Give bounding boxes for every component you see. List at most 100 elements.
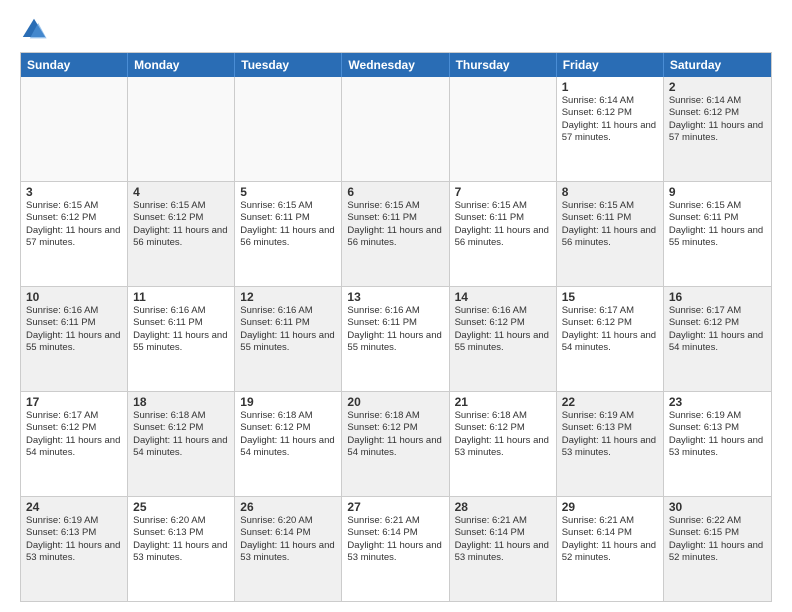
weekday-header: Wednesday <box>342 53 449 77</box>
day-info: Sunrise: 6:14 AMSunset: 6:12 PMDaylight:… <box>562 95 658 144</box>
calendar-cell <box>21 77 128 181</box>
page: SundayMondayTuesdayWednesdayThursdayFrid… <box>0 0 792 612</box>
day-number: 5 <box>240 185 336 199</box>
day-number: 16 <box>669 290 766 304</box>
day-number: 15 <box>562 290 658 304</box>
calendar: SundayMondayTuesdayWednesdayThursdayFrid… <box>20 52 772 602</box>
calendar-cell: 5Sunrise: 6:15 AMSunset: 6:11 PMDaylight… <box>235 182 342 286</box>
day-number: 21 <box>455 395 551 409</box>
calendar-cell: 24Sunrise: 6:19 AMSunset: 6:13 PMDayligh… <box>21 497 128 601</box>
calendar-cell: 13Sunrise: 6:16 AMSunset: 6:11 PMDayligh… <box>342 287 449 391</box>
day-number: 22 <box>562 395 658 409</box>
calendar-row: 1Sunrise: 6:14 AMSunset: 6:12 PMDaylight… <box>21 77 771 181</box>
logo <box>20 16 52 44</box>
day-info: Sunrise: 6:17 AMSunset: 6:12 PMDaylight:… <box>562 305 658 354</box>
calendar-cell: 22Sunrise: 6:19 AMSunset: 6:13 PMDayligh… <box>557 392 664 496</box>
weekday-header: Friday <box>557 53 664 77</box>
day-info: Sunrise: 6:15 AMSunset: 6:12 PMDaylight:… <box>26 200 122 249</box>
day-number: 19 <box>240 395 336 409</box>
calendar-row: 10Sunrise: 6:16 AMSunset: 6:11 PMDayligh… <box>21 286 771 391</box>
weekday-header: Tuesday <box>235 53 342 77</box>
day-number: 14 <box>455 290 551 304</box>
calendar-cell: 6Sunrise: 6:15 AMSunset: 6:11 PMDaylight… <box>342 182 449 286</box>
calendar-body: 1Sunrise: 6:14 AMSunset: 6:12 PMDaylight… <box>21 77 771 601</box>
calendar-cell: 9Sunrise: 6:15 AMSunset: 6:11 PMDaylight… <box>664 182 771 286</box>
calendar-cell: 2Sunrise: 6:14 AMSunset: 6:12 PMDaylight… <box>664 77 771 181</box>
calendar-cell: 16Sunrise: 6:17 AMSunset: 6:12 PMDayligh… <box>664 287 771 391</box>
calendar-cell <box>450 77 557 181</box>
calendar-row: 24Sunrise: 6:19 AMSunset: 6:13 PMDayligh… <box>21 496 771 601</box>
day-number: 29 <box>562 500 658 514</box>
day-number: 13 <box>347 290 443 304</box>
day-info: Sunrise: 6:15 AMSunset: 6:11 PMDaylight:… <box>669 200 766 249</box>
day-info: Sunrise: 6:21 AMSunset: 6:14 PMDaylight:… <box>455 515 551 564</box>
day-info: Sunrise: 6:18 AMSunset: 6:12 PMDaylight:… <box>133 410 229 459</box>
day-number: 27 <box>347 500 443 514</box>
calendar-header: SundayMondayTuesdayWednesdayThursdayFrid… <box>21 53 771 77</box>
day-info: Sunrise: 6:15 AMSunset: 6:11 PMDaylight:… <box>240 200 336 249</box>
day-info: Sunrise: 6:15 AMSunset: 6:11 PMDaylight:… <box>562 200 658 249</box>
day-info: Sunrise: 6:15 AMSunset: 6:11 PMDaylight:… <box>455 200 551 249</box>
calendar-cell: 7Sunrise: 6:15 AMSunset: 6:11 PMDaylight… <box>450 182 557 286</box>
calendar-cell: 1Sunrise: 6:14 AMSunset: 6:12 PMDaylight… <box>557 77 664 181</box>
day-number: 3 <box>26 185 122 199</box>
day-number: 18 <box>133 395 229 409</box>
day-number: 26 <box>240 500 336 514</box>
day-number: 8 <box>562 185 658 199</box>
calendar-cell <box>235 77 342 181</box>
day-number: 2 <box>669 80 766 94</box>
day-number: 30 <box>669 500 766 514</box>
day-number: 10 <box>26 290 122 304</box>
day-info: Sunrise: 6:15 AMSunset: 6:12 PMDaylight:… <box>133 200 229 249</box>
calendar-cell: 17Sunrise: 6:17 AMSunset: 6:12 PMDayligh… <box>21 392 128 496</box>
day-number: 9 <box>669 185 766 199</box>
day-info: Sunrise: 6:16 AMSunset: 6:11 PMDaylight:… <box>133 305 229 354</box>
header <box>20 16 772 44</box>
day-info: Sunrise: 6:19 AMSunset: 6:13 PMDaylight:… <box>562 410 658 459</box>
day-info: Sunrise: 6:18 AMSunset: 6:12 PMDaylight:… <box>347 410 443 459</box>
day-info: Sunrise: 6:17 AMSunset: 6:12 PMDaylight:… <box>26 410 122 459</box>
calendar-cell: 4Sunrise: 6:15 AMSunset: 6:12 PMDaylight… <box>128 182 235 286</box>
calendar-cell: 12Sunrise: 6:16 AMSunset: 6:11 PMDayligh… <box>235 287 342 391</box>
weekday-header: Monday <box>128 53 235 77</box>
day-number: 12 <box>240 290 336 304</box>
calendar-cell: 10Sunrise: 6:16 AMSunset: 6:11 PMDayligh… <box>21 287 128 391</box>
day-number: 25 <box>133 500 229 514</box>
day-number: 23 <box>669 395 766 409</box>
logo-icon <box>20 16 48 44</box>
calendar-cell: 27Sunrise: 6:21 AMSunset: 6:14 PMDayligh… <box>342 497 449 601</box>
day-info: Sunrise: 6:16 AMSunset: 6:11 PMDaylight:… <box>240 305 336 354</box>
calendar-cell: 23Sunrise: 6:19 AMSunset: 6:13 PMDayligh… <box>664 392 771 496</box>
day-number: 28 <box>455 500 551 514</box>
day-info: Sunrise: 6:21 AMSunset: 6:14 PMDaylight:… <box>347 515 443 564</box>
calendar-cell: 28Sunrise: 6:21 AMSunset: 6:14 PMDayligh… <box>450 497 557 601</box>
day-info: Sunrise: 6:18 AMSunset: 6:12 PMDaylight:… <box>455 410 551 459</box>
day-info: Sunrise: 6:22 AMSunset: 6:15 PMDaylight:… <box>669 515 766 564</box>
calendar-cell: 29Sunrise: 6:21 AMSunset: 6:14 PMDayligh… <box>557 497 664 601</box>
day-info: Sunrise: 6:16 AMSunset: 6:12 PMDaylight:… <box>455 305 551 354</box>
day-number: 7 <box>455 185 551 199</box>
calendar-cell: 21Sunrise: 6:18 AMSunset: 6:12 PMDayligh… <box>450 392 557 496</box>
weekday-header: Saturday <box>664 53 771 77</box>
weekday-header: Thursday <box>450 53 557 77</box>
day-info: Sunrise: 6:21 AMSunset: 6:14 PMDaylight:… <box>562 515 658 564</box>
day-number: 17 <box>26 395 122 409</box>
day-number: 20 <box>347 395 443 409</box>
calendar-cell: 30Sunrise: 6:22 AMSunset: 6:15 PMDayligh… <box>664 497 771 601</box>
calendar-row: 3Sunrise: 6:15 AMSunset: 6:12 PMDaylight… <box>21 181 771 286</box>
calendar-cell <box>128 77 235 181</box>
day-number: 1 <box>562 80 658 94</box>
calendar-cell: 19Sunrise: 6:18 AMSunset: 6:12 PMDayligh… <box>235 392 342 496</box>
day-info: Sunrise: 6:16 AMSunset: 6:11 PMDaylight:… <box>26 305 122 354</box>
calendar-cell: 25Sunrise: 6:20 AMSunset: 6:13 PMDayligh… <box>128 497 235 601</box>
weekday-header: Sunday <box>21 53 128 77</box>
day-number: 6 <box>347 185 443 199</box>
calendar-cell: 8Sunrise: 6:15 AMSunset: 6:11 PMDaylight… <box>557 182 664 286</box>
day-info: Sunrise: 6:17 AMSunset: 6:12 PMDaylight:… <box>669 305 766 354</box>
day-info: Sunrise: 6:19 AMSunset: 6:13 PMDaylight:… <box>669 410 766 459</box>
day-number: 4 <box>133 185 229 199</box>
calendar-cell: 14Sunrise: 6:16 AMSunset: 6:12 PMDayligh… <box>450 287 557 391</box>
calendar-cell: 15Sunrise: 6:17 AMSunset: 6:12 PMDayligh… <box>557 287 664 391</box>
calendar-cell: 18Sunrise: 6:18 AMSunset: 6:12 PMDayligh… <box>128 392 235 496</box>
day-info: Sunrise: 6:20 AMSunset: 6:14 PMDaylight:… <box>240 515 336 564</box>
